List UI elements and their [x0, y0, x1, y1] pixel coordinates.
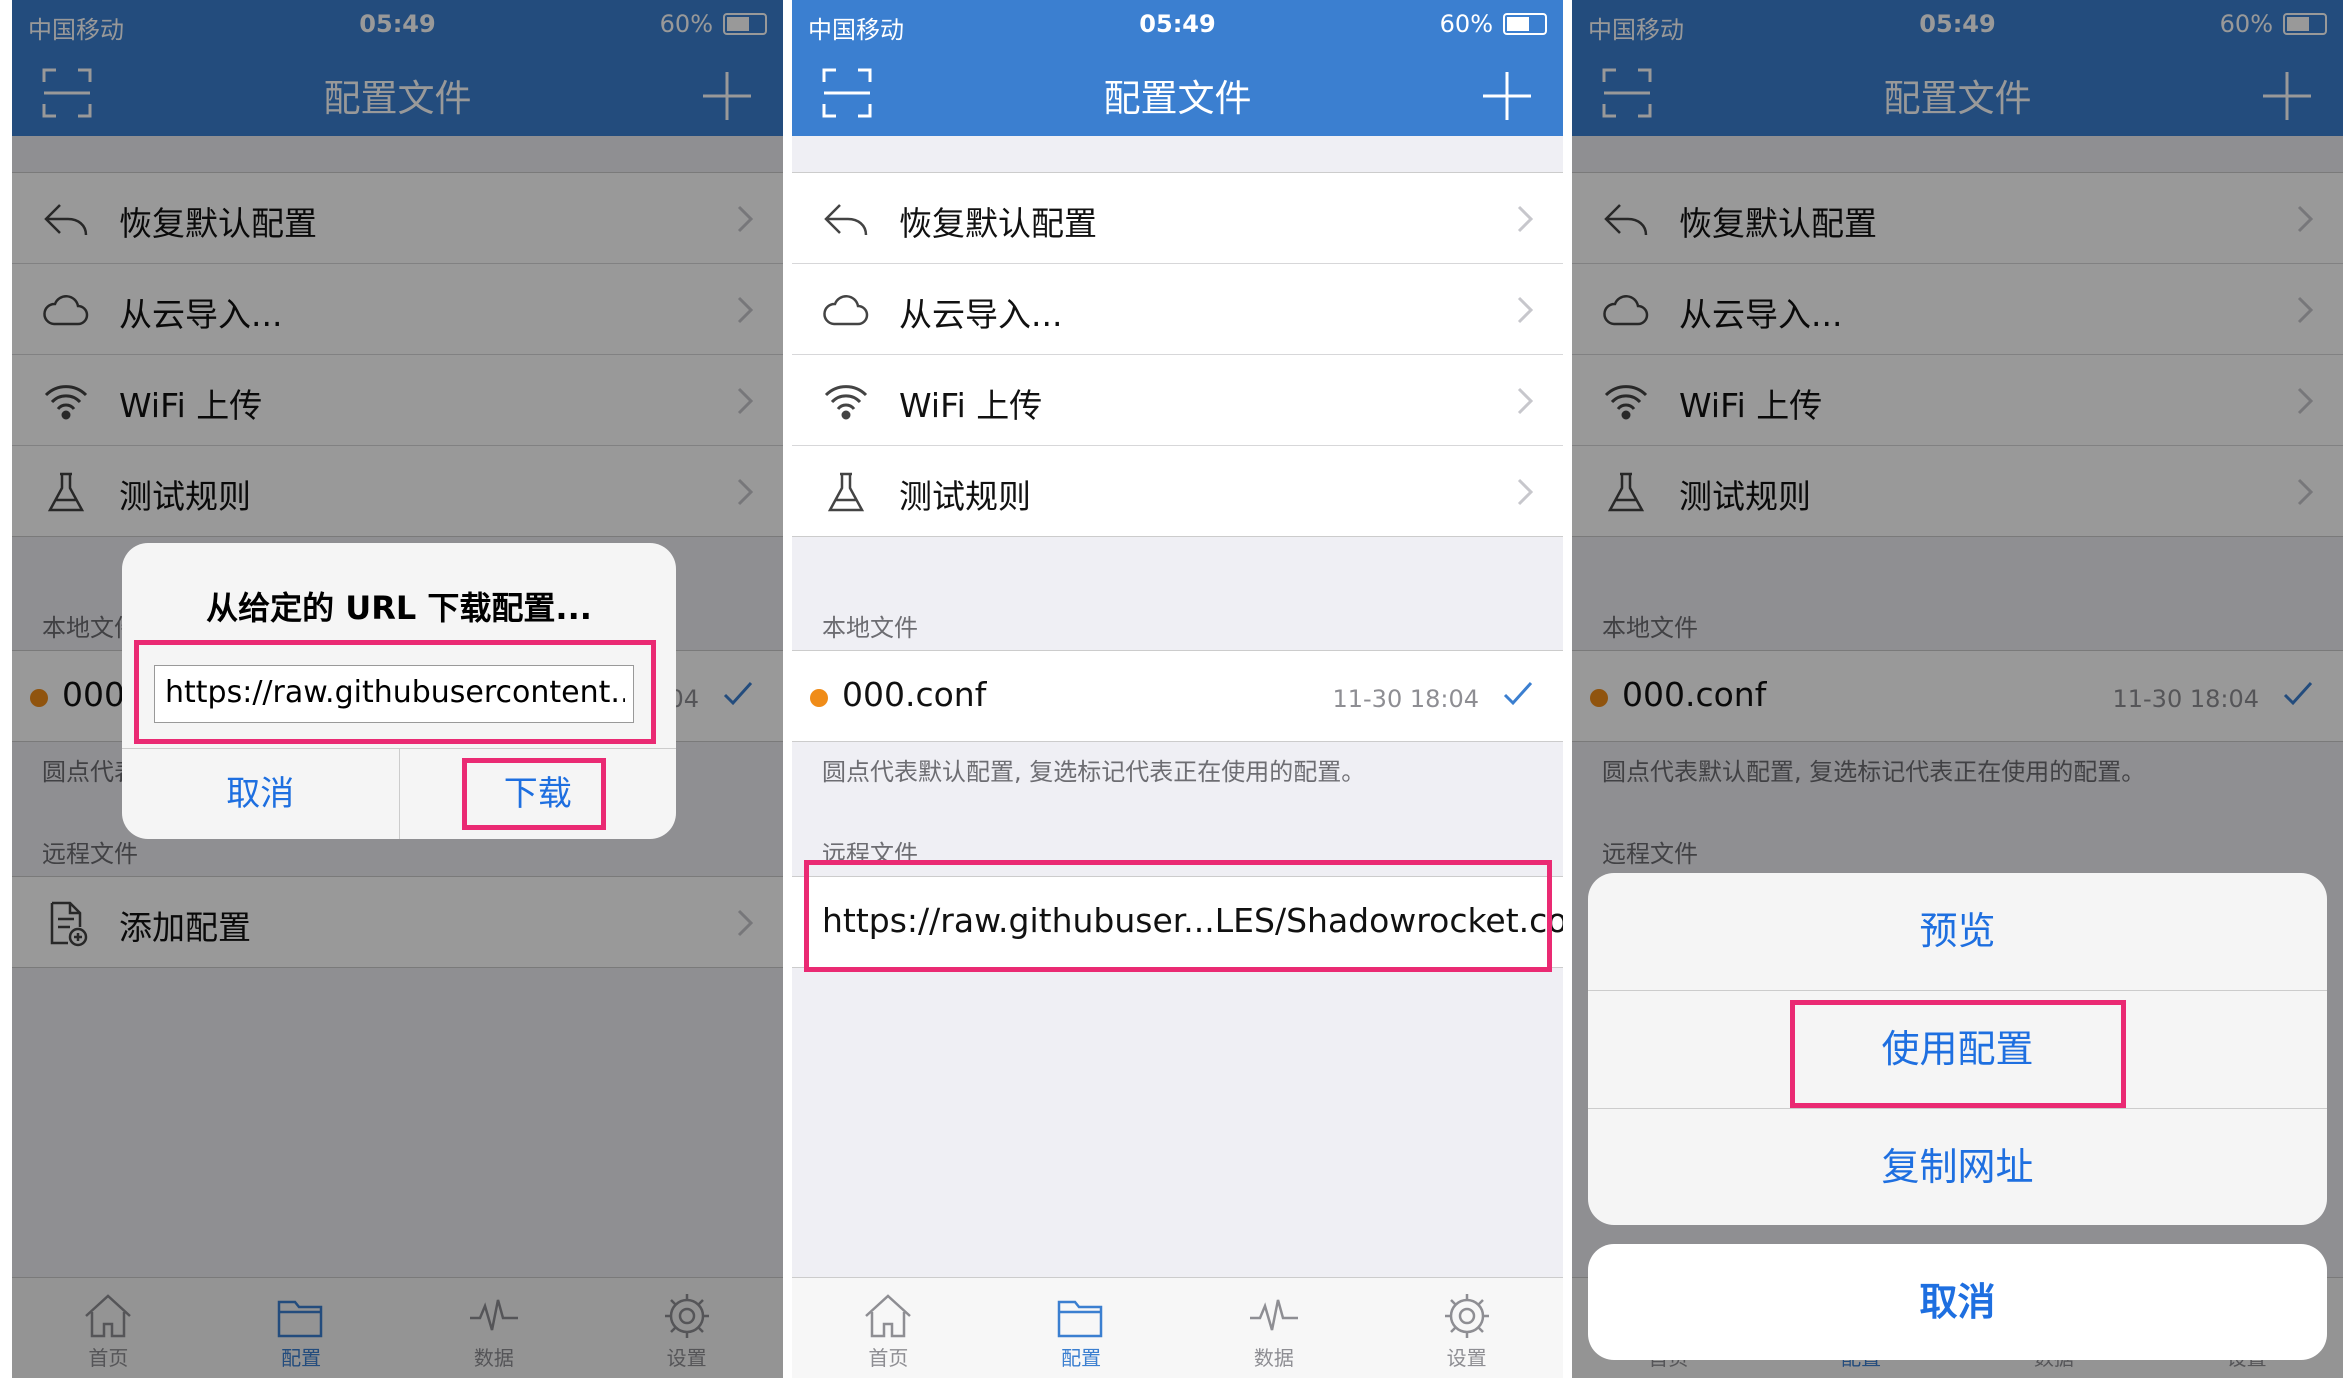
- check-icon: [1503, 681, 1533, 706]
- phone-screen-action-sheet: 中国移动 05:49 60% 配置文件 恢复默认配置 从云导入... WiFi …: [1572, 0, 2343, 1378]
- gear-icon: [1444, 1294, 1489, 1338]
- flask-icon: [827, 472, 865, 512]
- highlight-download-button: [462, 758, 606, 830]
- copy-url-option[interactable]: 复制网址: [1588, 1109, 2327, 1225]
- status-right: 60%: [1440, 10, 1547, 38]
- tab-data[interactable]: 数据: [1178, 1278, 1371, 1378]
- tab-label: 数据: [1253, 1346, 1294, 1370]
- cancel-button[interactable]: 取消: [122, 749, 399, 839]
- sheet-cancel-button[interactable]: 取消: [1588, 1244, 2327, 1360]
- dialog-title: 从给定的 URL 下载配置...: [206, 589, 592, 627]
- cloud-icon: [823, 295, 869, 326]
- menu-item-wifi-upload[interactable]: WiFi 上传: [792, 355, 1563, 446]
- chevron-right-icon: [1517, 478, 1534, 506]
- local-file-row[interactable]: 000.conf 11-30 18:04: [792, 650, 1563, 742]
- tab-label: 设置: [1446, 1346, 1487, 1370]
- chevron-right-icon: [1517, 387, 1534, 415]
- highlight-use-config: [1790, 1000, 2126, 1108]
- status-bar: 中国移动 05:49 60%: [792, 0, 1563, 52]
- legend-note: 圆点代表默认配置, 复选标记代表正在使用的配置。: [822, 758, 1366, 786]
- highlight-url-field: [134, 640, 656, 744]
- tab-config[interactable]: 配置: [985, 1278, 1178, 1378]
- reply-icon: [824, 204, 868, 236]
- settings-menu: 恢复默认配置 从云导入... WiFi 上传 测试规则: [792, 172, 1563, 537]
- nav-bar: 配置文件: [792, 52, 1563, 136]
- wifi-icon: [824, 385, 868, 420]
- tab-home[interactable]: 首页: [792, 1278, 985, 1378]
- battery-icon: [1503, 13, 1547, 35]
- chevron-right-icon: [1517, 296, 1534, 324]
- tab-settings[interactable]: 设置: [1370, 1278, 1563, 1378]
- pulse-icon: [1249, 1299, 1298, 1331]
- menu-item-restore-default[interactable]: 恢复默认配置: [792, 173, 1563, 264]
- file-name: 000.conf: [842, 675, 987, 714]
- menu-item-cloud-import[interactable]: 从云导入...: [792, 264, 1563, 355]
- battery-percent: 60%: [1439, 10, 1493, 38]
- menu-item-label: 测试规则: [899, 477, 1031, 516]
- menu-item-label: 从云导入...: [899, 295, 1063, 334]
- add-icon[interactable]: [1481, 70, 1533, 122]
- tab-bar: 首页 配置 数据 设置: [792, 1277, 1563, 1378]
- folder-icon: [1057, 1300, 1103, 1338]
- menu-item-label: WiFi 上传: [899, 386, 1043, 425]
- home-icon: [865, 1294, 912, 1338]
- tab-label: 配置: [1061, 1346, 1102, 1370]
- highlight-remote-row: [804, 860, 1552, 972]
- default-dot: [810, 689, 828, 707]
- menu-item-test-rules[interactable]: 测试规则: [792, 446, 1563, 536]
- preview-option[interactable]: 预览: [1588, 873, 2327, 991]
- file-date: 11-30 18:04: [1332, 685, 1479, 713]
- chevron-right-icon: [1517, 205, 1534, 233]
- tab-label: 首页: [868, 1346, 909, 1370]
- page-title: 配置文件: [1103, 77, 1252, 120]
- local-files-header: 本地文件: [822, 614, 918, 642]
- menu-item-label: 恢复默认配置: [899, 204, 1097, 243]
- phone-screen-download-dialog: 中国移动 05:49 60% 配置文件 恢复默认配置 从云导入... WiFi …: [12, 0, 783, 1378]
- phone-screen-remote-added: 中国移动 05:49 60% 配置文件 恢复默认配置 从云导入... WiFi …: [792, 0, 1563, 1378]
